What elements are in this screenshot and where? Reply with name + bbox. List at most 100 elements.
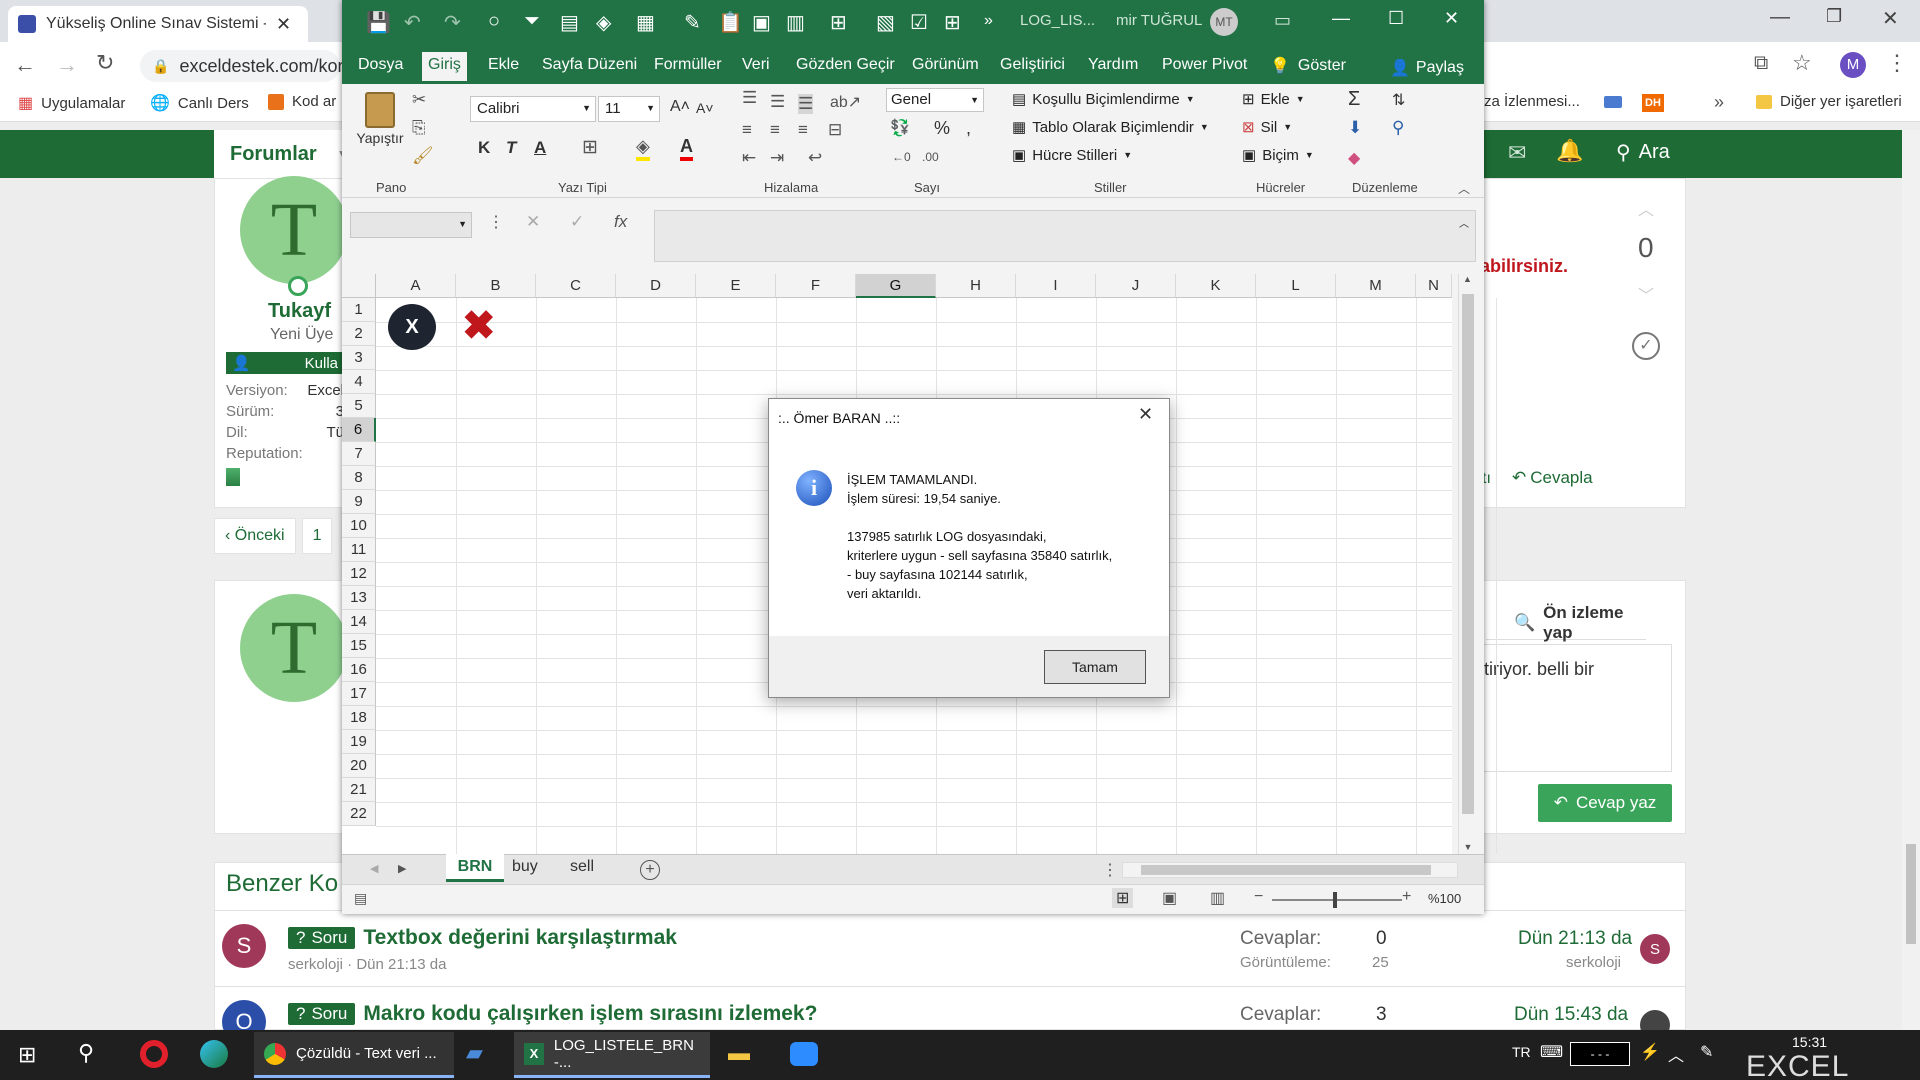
increase-indent-icon[interactable]: ⇥ xyxy=(770,148,784,168)
align-left-icon[interactable]: ≡ xyxy=(742,120,752,140)
account-name[interactable]: mir TUĞRUL xyxy=(1116,12,1202,29)
row-header-22[interactable]: 22 xyxy=(342,802,376,826)
page-1-button[interactable]: 1 xyxy=(301,518,333,554)
form-icon[interactable]: ▤ xyxy=(560,10,579,35)
collapse-ribbon-icon[interactable]: ︿ xyxy=(1458,180,1470,197)
vertical-scroll-thumb[interactable] xyxy=(1462,294,1474,814)
delete-cells-button[interactable]: ⊠ Sil ▼ xyxy=(1242,118,1292,137)
row-header-20[interactable]: 20 xyxy=(342,754,376,778)
tab-formuller[interactable]: Formüller xyxy=(648,52,728,80)
row-header-12[interactable]: 12 xyxy=(342,562,376,586)
close-tab-icon[interactable]: ✕ xyxy=(276,14,291,35)
power-icon[interactable]: ⚡ xyxy=(1640,1042,1660,1062)
clipboard-icon[interactable]: 📋 xyxy=(718,10,743,35)
sheet-tab-brn[interactable]: BRN xyxy=(446,854,504,882)
page-scroll-thumb[interactable] xyxy=(1906,844,1916,944)
scroll-up-icon[interactable]: ▲ xyxy=(1459,274,1476,284)
row-header-5[interactable]: 5 xyxy=(342,394,376,418)
bookmarks-overflow-icon[interactable]: » xyxy=(1714,92,1724,113)
cut-icon[interactable]: ✂ xyxy=(412,90,426,110)
windows-start-icon[interactable]: ⊞ xyxy=(18,1042,36,1068)
fill-icon[interactable]: ⬇ xyxy=(1348,118,1362,138)
page-layout-icon[interactable]: ▣ xyxy=(1162,888,1177,908)
horizontal-scroll-thumb[interactable] xyxy=(1141,865,1431,875)
number-format-select[interactable]: Genel ▼ xyxy=(886,88,984,112)
tray-chevron-icon[interactable]: ︿ xyxy=(1668,1042,1684,1066)
edge-icon[interactable] xyxy=(200,1040,228,1068)
tab-veri[interactable]: Veri xyxy=(736,52,776,80)
row-header-3[interactable]: 3 xyxy=(342,346,376,370)
star-icon[interactable]: ☆ xyxy=(1792,50,1812,76)
row-header-13[interactable]: 13 xyxy=(342,586,376,610)
undo-icon[interactable]: ↶ xyxy=(404,10,421,35)
window-minimize-icon[interactable]: — xyxy=(1770,6,1790,29)
back-icon[interactable]: ← xyxy=(14,52,36,78)
sheet-tab-sell[interactable]: sell xyxy=(570,858,594,876)
column-header-a[interactable]: A xyxy=(376,274,456,298)
page-scrollbar[interactable] xyxy=(1902,130,1920,1030)
file-explorer-icon[interactable]: ▬ xyxy=(728,1040,750,1066)
row-header-11[interactable]: 11 xyxy=(342,538,376,562)
reply-editor[interactable]: tiriyor. belli bir xyxy=(1484,644,1672,772)
bookmark-favicon-icon[interactable]: DH xyxy=(1642,94,1664,112)
grid-icon[interactable]: ⊞ xyxy=(944,10,961,35)
bookmark-izlenmesi[interactable]: za İzlenmesi... xyxy=(1484,93,1580,110)
cell-styles-button[interactable]: ▣ Hücre Stilleri ▼ xyxy=(1012,146,1132,165)
thread-avatar[interactable]: S xyxy=(222,924,266,968)
bell-icon[interactable]: 🔔 xyxy=(1556,138,1583,164)
column-header-c[interactable]: C xyxy=(536,274,616,298)
tab-gelistirici[interactable]: Geliştirici xyxy=(994,52,1071,80)
row-header-17[interactable]: 17 xyxy=(342,682,376,706)
tab-ekle[interactable]: Ekle xyxy=(482,52,525,80)
more-commands-icon[interactable]: » xyxy=(984,12,993,30)
ok-button[interactable]: Tamam xyxy=(1044,650,1146,684)
macro-icon[interactable]: ▣ xyxy=(752,10,771,35)
input-indicator[interactable]: - - - xyxy=(1570,1042,1630,1066)
name-box[interactable]: ▼ xyxy=(350,212,472,238)
autosum-icon[interactable]: Σ xyxy=(1348,88,1360,111)
share-button[interactable]: 👤 Paylaş xyxy=(1384,54,1470,82)
cancel-formula-icon[interactable]: ✕ xyxy=(526,212,540,232)
thread-last-time[interactable]: Dün 15:43 da xyxy=(1514,1004,1628,1026)
row-header-21[interactable]: 21 xyxy=(342,778,376,802)
write-reply-button[interactable]: ↶ Cevap yaz xyxy=(1538,784,1672,822)
pen-icon[interactable]: ✎ xyxy=(1700,1042,1713,1062)
prev-page-button[interactable]: ‹ Önceki xyxy=(214,518,296,554)
normal-view-icon[interactable]: ⊞ xyxy=(1112,888,1134,908)
decrease-indent-icon[interactable]: ⇤ xyxy=(742,148,756,168)
wrap-text-icon[interactable]: ↩ xyxy=(808,148,822,168)
font-color-icon[interactable]: A xyxy=(680,136,693,161)
paste-button[interactable]: Yapıştır xyxy=(352,90,408,168)
column-header-d[interactable]: D xyxy=(616,274,696,298)
search-button[interactable]: ⚲ Ara xyxy=(1616,140,1670,165)
reply-link[interactable]: ↶ Cevapla xyxy=(1512,468,1593,488)
row-header-16[interactable]: 16 xyxy=(342,658,376,682)
zoom-out-icon[interactable]: − xyxy=(1254,888,1263,906)
row-header-8[interactable]: 8 xyxy=(342,466,376,490)
shape-icon[interactable]: ○ xyxy=(488,10,500,33)
thread-row[interactable]: ? Soru Makro kodu çalışırken işlem sırası… xyxy=(288,1002,817,1026)
column-header-f[interactable]: F xyxy=(776,274,856,298)
thread-title[interactable]: Makro kodu çalışırken işlem sırasını izl… xyxy=(363,1002,817,1026)
row-header-18[interactable]: 18 xyxy=(342,706,376,730)
column-header-n[interactable]: N xyxy=(1416,274,1452,298)
row-header-19[interactable]: 19 xyxy=(342,730,376,754)
insert-cells-button[interactable]: ⊞ Ekle ▼ xyxy=(1242,90,1305,109)
borders-icon[interactable]: ⊞ xyxy=(830,10,847,35)
column-header-g[interactable]: G xyxy=(856,274,936,298)
excel-minimize-icon[interactable]: — xyxy=(1332,8,1350,29)
bookmark-canli-ders[interactable]: 🌐 Canlı Ders xyxy=(150,93,249,113)
column-header-b[interactable]: B xyxy=(456,274,536,298)
insert-function-icon[interactable]: fx xyxy=(614,212,627,232)
forward-icon[interactable]: → xyxy=(56,52,78,78)
macro-record-icon[interactable]: ▤ xyxy=(354,890,367,907)
format-painter-icon[interactable]: ✎ xyxy=(684,10,701,35)
last-poster-avatar[interactable]: S xyxy=(1640,934,1670,964)
preview-button[interactable]: 🔍 Ön izleme yap xyxy=(1486,603,1646,642)
addin-logo-icon[interactable]: X xyxy=(388,304,436,350)
horizontal-scrollbar[interactable] xyxy=(1122,862,1458,878)
excel-close-icon[interactable]: ✕ xyxy=(1444,8,1459,29)
prev-sheet-icon[interactable]: ◀ xyxy=(370,862,378,875)
column-header-m[interactable]: M xyxy=(1336,274,1416,298)
tab-sayfa-duzeni[interactable]: Sayfa Düzeni xyxy=(536,52,643,80)
